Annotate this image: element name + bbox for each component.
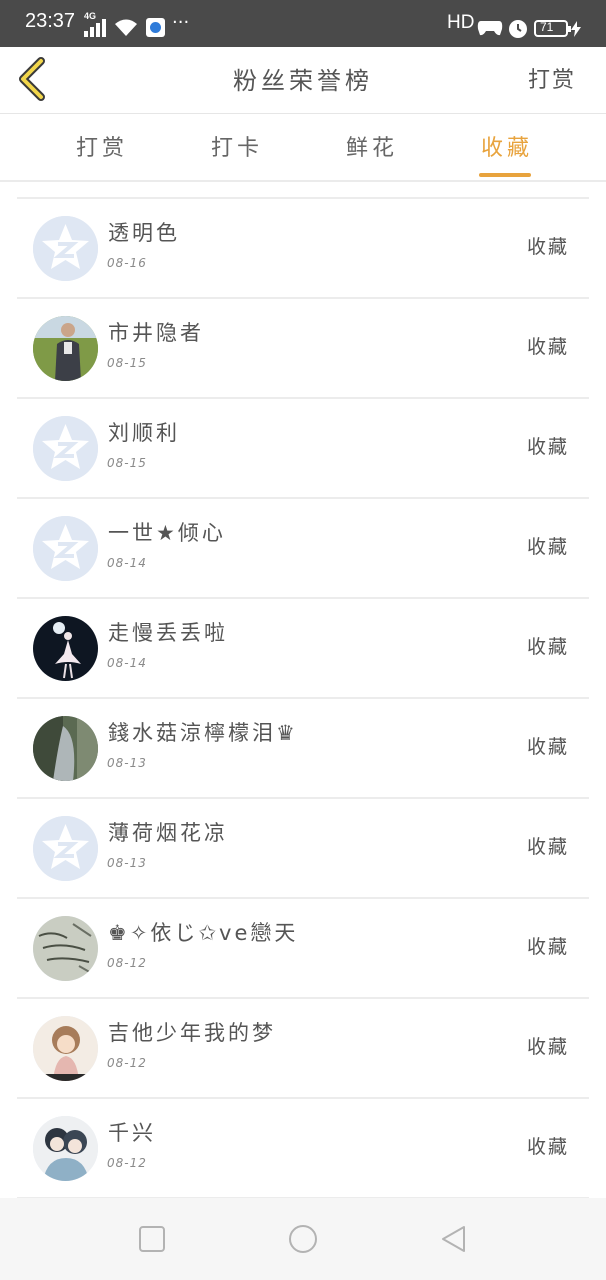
list-item[interactable]: 透明色 08-16 收藏 xyxy=(17,199,589,299)
photo-avatar xyxy=(33,616,98,681)
tab-reward[interactable]: 打赏 xyxy=(52,130,152,162)
system-nav-bar xyxy=(0,1198,606,1280)
battery-level: 71 xyxy=(540,20,554,34)
fan-action: 收藏 xyxy=(526,736,569,758)
default-avatar-icon xyxy=(33,216,98,281)
photo-avatar xyxy=(33,916,98,981)
fan-name: 走慢丢丢啦 xyxy=(108,621,228,645)
fan-name: 市井隐者 xyxy=(108,321,204,345)
more-notifications: ··· xyxy=(172,12,190,33)
list-item[interactable]: 薄荷烟花凉 08-13 收藏 xyxy=(17,799,589,899)
fan-name: 一世★倾心 xyxy=(108,521,226,545)
header: 粉丝荣誉榜 打赏 xyxy=(0,47,606,114)
avatar[interactable] xyxy=(33,416,98,481)
photo-avatar xyxy=(33,716,98,781)
battery-icon: 71 xyxy=(534,20,571,37)
list-item[interactable]: 千兴 08-12 收藏 xyxy=(17,1099,589,1199)
list-item[interactable]: 走慢丢丢啦 08-14 收藏 xyxy=(17,599,589,699)
home-circle-icon[interactable] xyxy=(288,1224,318,1254)
photo-avatar xyxy=(33,1016,98,1081)
default-avatar-icon xyxy=(33,816,98,881)
fan-date: 08-15 xyxy=(107,356,147,370)
fan-date: 08-12 xyxy=(107,956,147,970)
page-title: 粉丝荣誉榜 xyxy=(233,67,373,95)
fan-date: 08-14 xyxy=(107,556,147,570)
fan-date: 08-13 xyxy=(107,756,147,770)
wifi-icon xyxy=(115,19,137,36)
avatar[interactable] xyxy=(33,1016,98,1081)
status-bar: 23:37 4G ··· HD 71 xyxy=(0,0,606,47)
status-time: 23:37 xyxy=(25,10,76,32)
avatar[interactable] xyxy=(33,716,98,781)
fan-date: 08-15 xyxy=(107,456,147,470)
tab-flowers[interactable]: 鲜花 xyxy=(322,130,422,162)
default-avatar-icon xyxy=(33,416,98,481)
fan-date: 08-16 xyxy=(107,256,147,270)
fan-action: 收藏 xyxy=(526,336,569,358)
reward-button[interactable]: 打赏 xyxy=(528,62,576,94)
fan-name: 刘顺利 xyxy=(108,421,180,445)
avatar[interactable] xyxy=(33,316,98,381)
fan-date: 08-12 xyxy=(107,1056,147,1070)
list-item[interactable]: ♚✧依じ✩ve戀天 08-12 收藏 xyxy=(17,899,589,999)
active-tab-indicator xyxy=(479,173,531,177)
hd-indicator: HD xyxy=(447,12,475,33)
avatar[interactable] xyxy=(33,916,98,981)
list-item[interactable]: 刘顺利 08-15 收藏 xyxy=(17,399,589,499)
alarm-icon xyxy=(509,20,527,38)
gamepad-icon xyxy=(477,21,503,36)
fan-action: 收藏 xyxy=(526,236,569,258)
avatar[interactable] xyxy=(33,216,98,281)
fan-name: 千兴 xyxy=(108,1121,156,1145)
fan-action: 收藏 xyxy=(526,1036,569,1058)
fan-action: 收藏 xyxy=(526,936,569,958)
photo-avatar xyxy=(33,1116,98,1181)
list-item[interactable]: 錢水菇涼檸檬泪♛ 08-13 收藏 xyxy=(17,699,589,799)
fan-name: 薄荷烟花凉 xyxy=(108,821,228,845)
tab-bar: 打赏 打卡 鲜花 收藏 xyxy=(0,115,606,182)
list-item[interactable]: 一世★倾心 08-14 收藏 xyxy=(17,499,589,599)
fan-date: 08-14 xyxy=(107,656,147,670)
fan-date: 08-13 xyxy=(107,856,147,870)
avatar[interactable] xyxy=(33,616,98,681)
default-avatar-icon xyxy=(33,516,98,581)
fan-action: 收藏 xyxy=(526,1136,569,1158)
recent-apps-square-icon[interactable] xyxy=(137,1224,167,1254)
list-item[interactable]: 市井隐者 08-15 收藏 xyxy=(17,299,589,399)
fan-list: 透明色 08-16 收藏 市井隐者 08-15 收藏 刘顺利 08-15 收藏 … xyxy=(17,197,589,1199)
fan-action: 收藏 xyxy=(526,536,569,558)
charging-icon xyxy=(571,21,581,37)
avatar[interactable] xyxy=(33,516,98,581)
fan-name: 透明色 xyxy=(108,221,180,245)
back-triangle-icon[interactable] xyxy=(439,1224,469,1254)
fan-name: ♚✧依じ✩ve戀天 xyxy=(108,921,299,945)
fan-action: 收藏 xyxy=(526,836,569,858)
tab-favorites[interactable]: 收藏 xyxy=(457,130,557,162)
avatar[interactable] xyxy=(33,1116,98,1181)
fan-date: 08-12 xyxy=(107,1156,147,1170)
photo-avatar xyxy=(33,316,98,381)
fan-name: 吉他少年我的梦 xyxy=(108,1021,276,1045)
avatar[interactable] xyxy=(33,816,98,881)
fan-action: 收藏 xyxy=(526,436,569,458)
app-notification-icon xyxy=(146,18,165,37)
list-item[interactable]: 吉他少年我的梦 08-12 收藏 xyxy=(17,999,589,1099)
tab-checkin[interactable]: 打卡 xyxy=(187,130,287,162)
signal-icon xyxy=(84,19,106,37)
fan-action: 收藏 xyxy=(526,636,569,658)
fan-name: 錢水菇涼檸檬泪♛ xyxy=(108,721,298,745)
